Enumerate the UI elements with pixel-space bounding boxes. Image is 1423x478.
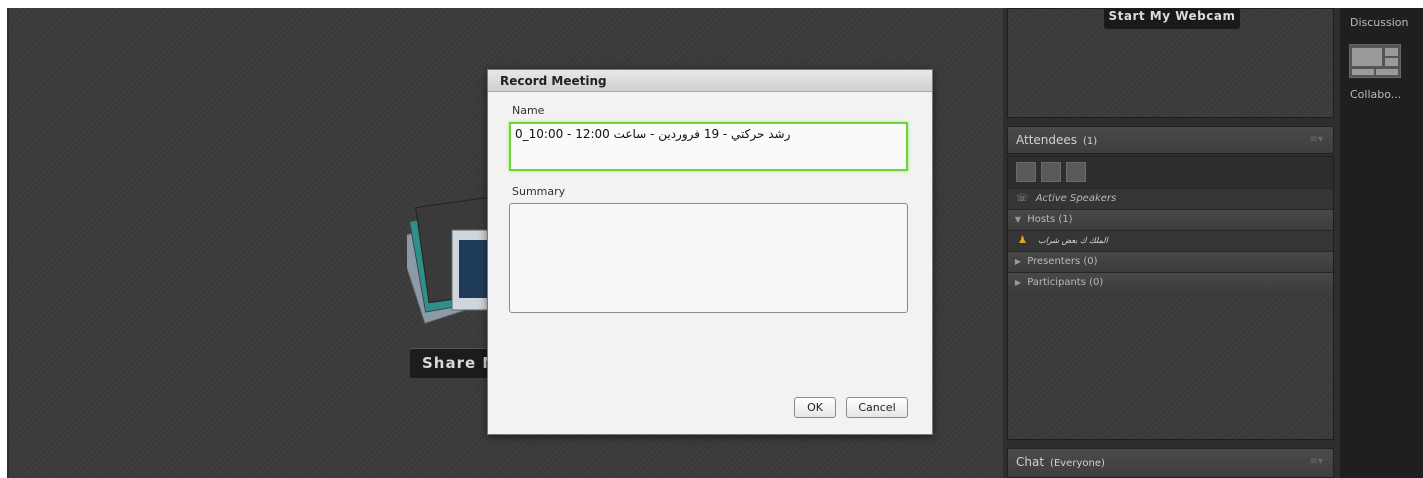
phone-icon: ☏ — [1016, 193, 1029, 204]
hosts-label: Hosts (1) — [1027, 214, 1073, 225]
presenters-group[interactable]: ▶ Presenters (0) — [1008, 251, 1333, 272]
ok-button[interactable]: OK — [794, 397, 836, 418]
summary-label: Summary — [512, 185, 566, 198]
summary-textarea[interactable] — [509, 203, 908, 313]
start-webcam-button[interactable]: Start My Webcam — [1104, 9, 1240, 29]
active-speakers-label: Active Speakers — [1035, 193, 1117, 204]
expand-down-icon: ▼ — [1014, 215, 1022, 224]
video-pod: Start My Webcam — [1007, 8, 1334, 118]
hosts-group[interactable]: ▼ Hosts (1) — [1008, 209, 1333, 230]
chat-scope: (Everyone) — [1050, 458, 1105, 469]
name-label: Name — [512, 104, 545, 117]
presenters-label: Presenters (0) — [1027, 256, 1098, 267]
host-name: الملك ك بعض شراب — [1038, 236, 1108, 245]
chat-pod-header: Chat (Everyone) ≡▾ — [1007, 448, 1334, 478]
user-view-icon[interactable] — [1066, 162, 1086, 182]
attendees-title: Attendees — [1016, 133, 1078, 147]
participants-group[interactable]: ▶ Participants (0) — [1008, 272, 1333, 293]
record-meeting-dialog: Record Meeting Name رشد حركتي - 19 فرورد… — [487, 69, 933, 435]
right-column: Start My Webcam Attendees (1) ≡▾ ☏ Active… — [1005, 8, 1336, 478]
attendee-view-toolbar — [1008, 157, 1333, 188]
active-speakers-row: ☏ Active Speakers — [1008, 188, 1333, 209]
share-media-icon — [407, 196, 497, 325]
pod-menu-icon[interactable]: ≡▾ — [1310, 127, 1323, 153]
participants-label: Participants (0) — [1027, 277, 1104, 288]
host-avatar-icon: ♟ — [1018, 235, 1027, 246]
layouts-panel: Discussion Collabo... — [1340, 8, 1423, 478]
chat-title: Chat — [1016, 455, 1045, 469]
expand-right-icon: ▶ — [1014, 257, 1022, 266]
attendees-list: ☏ Active Speakers ▼ Hosts (1) ♟ الملك ك … — [1007, 156, 1334, 440]
cancel-button[interactable]: Cancel — [846, 397, 908, 418]
dialog-title: Record Meeting — [488, 70, 932, 92]
attendees-pod-header: Attendees (1) ≡▾ — [1007, 126, 1334, 154]
attendees-count: (1) — [1083, 136, 1098, 147]
attendee-row[interactable]: ♟ الملك ك بعض شراب — [1008, 230, 1333, 251]
pod-menu-icon[interactable]: ≡▾ — [1310, 449, 1323, 475]
layout-discussion[interactable]: Discussion — [1350, 16, 1409, 29]
name-input-value: رشد حركتي - 19 فروردين - ساعت 12:00 - 10… — [515, 127, 791, 141]
layout-thumbnail-icon[interactable] — [1349, 44, 1401, 78]
list-view-icon[interactable] — [1016, 162, 1036, 182]
name-input[interactable]: رشد حركتي - 19 فروردين - ساعت 12:00 - 10… — [509, 122, 908, 171]
grid-view-icon[interactable] — [1041, 162, 1061, 182]
expand-right-icon: ▶ — [1014, 278, 1022, 287]
layout-collaboration[interactable]: Collabo... — [1350, 88, 1401, 101]
